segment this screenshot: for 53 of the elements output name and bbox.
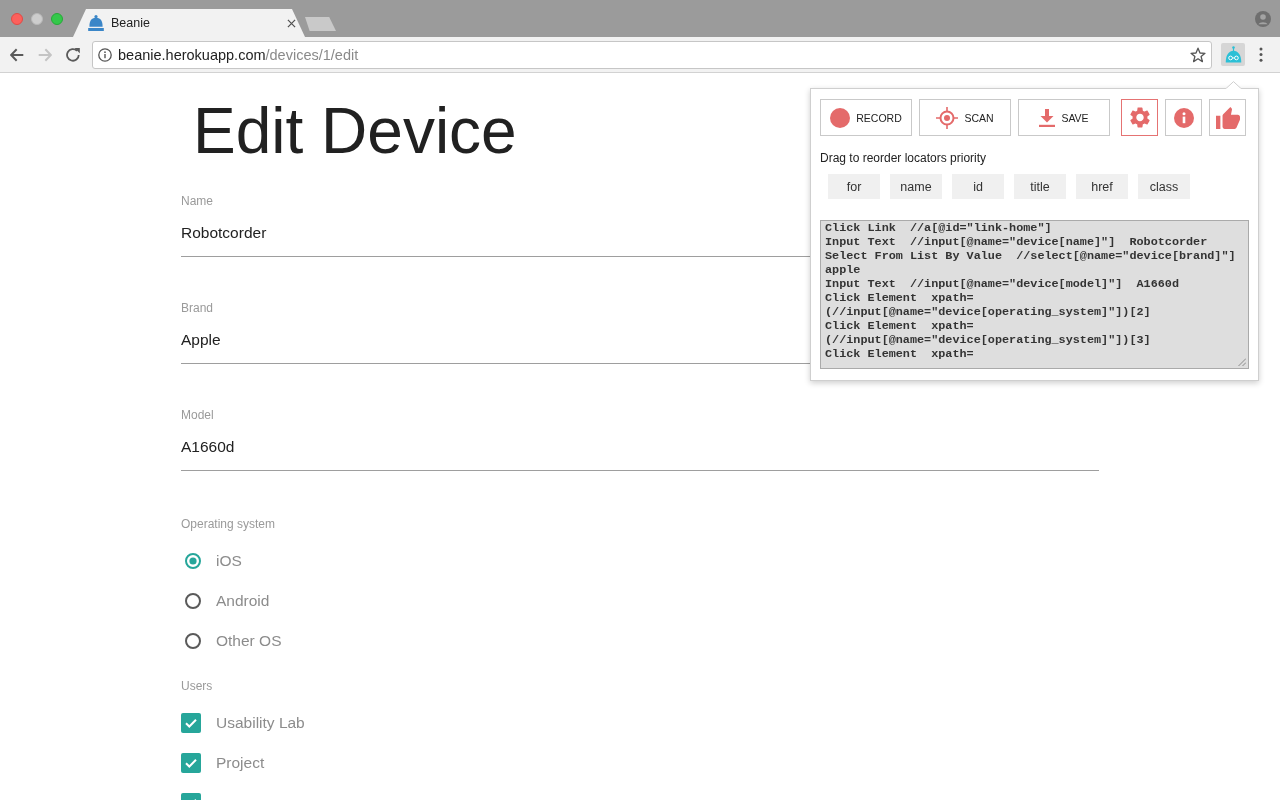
locator-chip[interactable]: id xyxy=(952,174,1004,199)
checkbox-label: Usability Lab xyxy=(216,714,305,732)
settings-icon xyxy=(1129,107,1150,128)
locator-chip[interactable]: href xyxy=(1076,174,1128,199)
checkbox-label: Project xyxy=(216,754,265,772)
radio-label: Android xyxy=(216,592,270,610)
record-icon xyxy=(830,107,851,128)
settings-button[interactable] xyxy=(1121,99,1158,136)
address-field[interactable]: beanie.herokuapp.com/devices/1/edit xyxy=(92,40,1212,69)
robot-icon xyxy=(1224,46,1242,63)
field-label: Brand xyxy=(181,300,214,316)
hint-text: Drag to reorder locators priority xyxy=(820,150,987,166)
section-label: Users xyxy=(181,678,213,694)
download-icon xyxy=(1039,108,1056,127)
section-label: Operating system xyxy=(181,516,276,532)
script-textarea[interactable]: Click Link //a[@id="link-home"] Input Text //input[@name="device[name]"] Robotcorder Select From List By Value //select[@name="device[brand]"] apple Input Text //input[@name="device[model]"] A1660d Click Element xpath= (//input[@name="device[operating_system]"])[2] Click Element xpath= (//input[@name="device[operating_system]"])[3] Click Element xpath= xyxy=(820,220,1249,369)
info-button[interactable] xyxy=(1165,99,1202,136)
resize-grip-icon[interactable] xyxy=(1238,358,1246,366)
radio-label: iOS xyxy=(216,552,242,570)
bell-icon xyxy=(88,15,104,31)
url-text: beanie.herokuapp.com/devices/1/edit xyxy=(118,46,359,63)
info-icon[interactable] xyxy=(98,47,112,62)
star-icon[interactable] xyxy=(1190,46,1206,63)
page-title: Edit Device xyxy=(193,99,517,163)
locator-chip[interactable]: class xyxy=(1138,174,1190,199)
radio-label: Other OS xyxy=(216,632,282,650)
checkbox[interactable] xyxy=(181,713,201,733)
crosshair-icon xyxy=(936,106,959,129)
new-tab-button[interactable] xyxy=(305,17,336,31)
text-field[interactable]: A1660d xyxy=(181,437,1099,471)
radio-button[interactable] xyxy=(185,553,201,569)
locator-chip[interactable]: name xyxy=(890,174,942,199)
save-button[interactable]: SAVE xyxy=(1018,99,1110,136)
minimize-window-icon[interactable] xyxy=(31,12,43,25)
profile-icon[interactable] xyxy=(1255,10,1271,27)
thumbs-up-icon xyxy=(1215,106,1240,129)
info-icon xyxy=(1173,107,1194,128)
locator-chip[interactable]: title xyxy=(1014,174,1066,199)
field-label: Model xyxy=(181,407,214,423)
reload-icon[interactable] xyxy=(66,47,80,62)
close-icon[interactable] xyxy=(287,18,296,28)
extension-button[interactable] xyxy=(1221,43,1245,66)
radio-button[interactable] xyxy=(185,633,201,649)
checkbox[interactable] xyxy=(181,753,201,773)
record-button[interactable]: RECORD xyxy=(820,99,912,136)
like-button[interactable] xyxy=(1209,99,1246,136)
menu-icon[interactable] xyxy=(1259,47,1263,62)
scan-button[interactable]: SCAN xyxy=(919,99,1011,136)
browser-tab[interactable]: Beanie xyxy=(73,9,305,37)
back-arrow-icon[interactable] xyxy=(10,47,24,62)
field-label: Name xyxy=(181,193,213,209)
locator-chip[interactable]: for xyxy=(828,174,880,199)
radio-button[interactable] xyxy=(185,593,201,609)
